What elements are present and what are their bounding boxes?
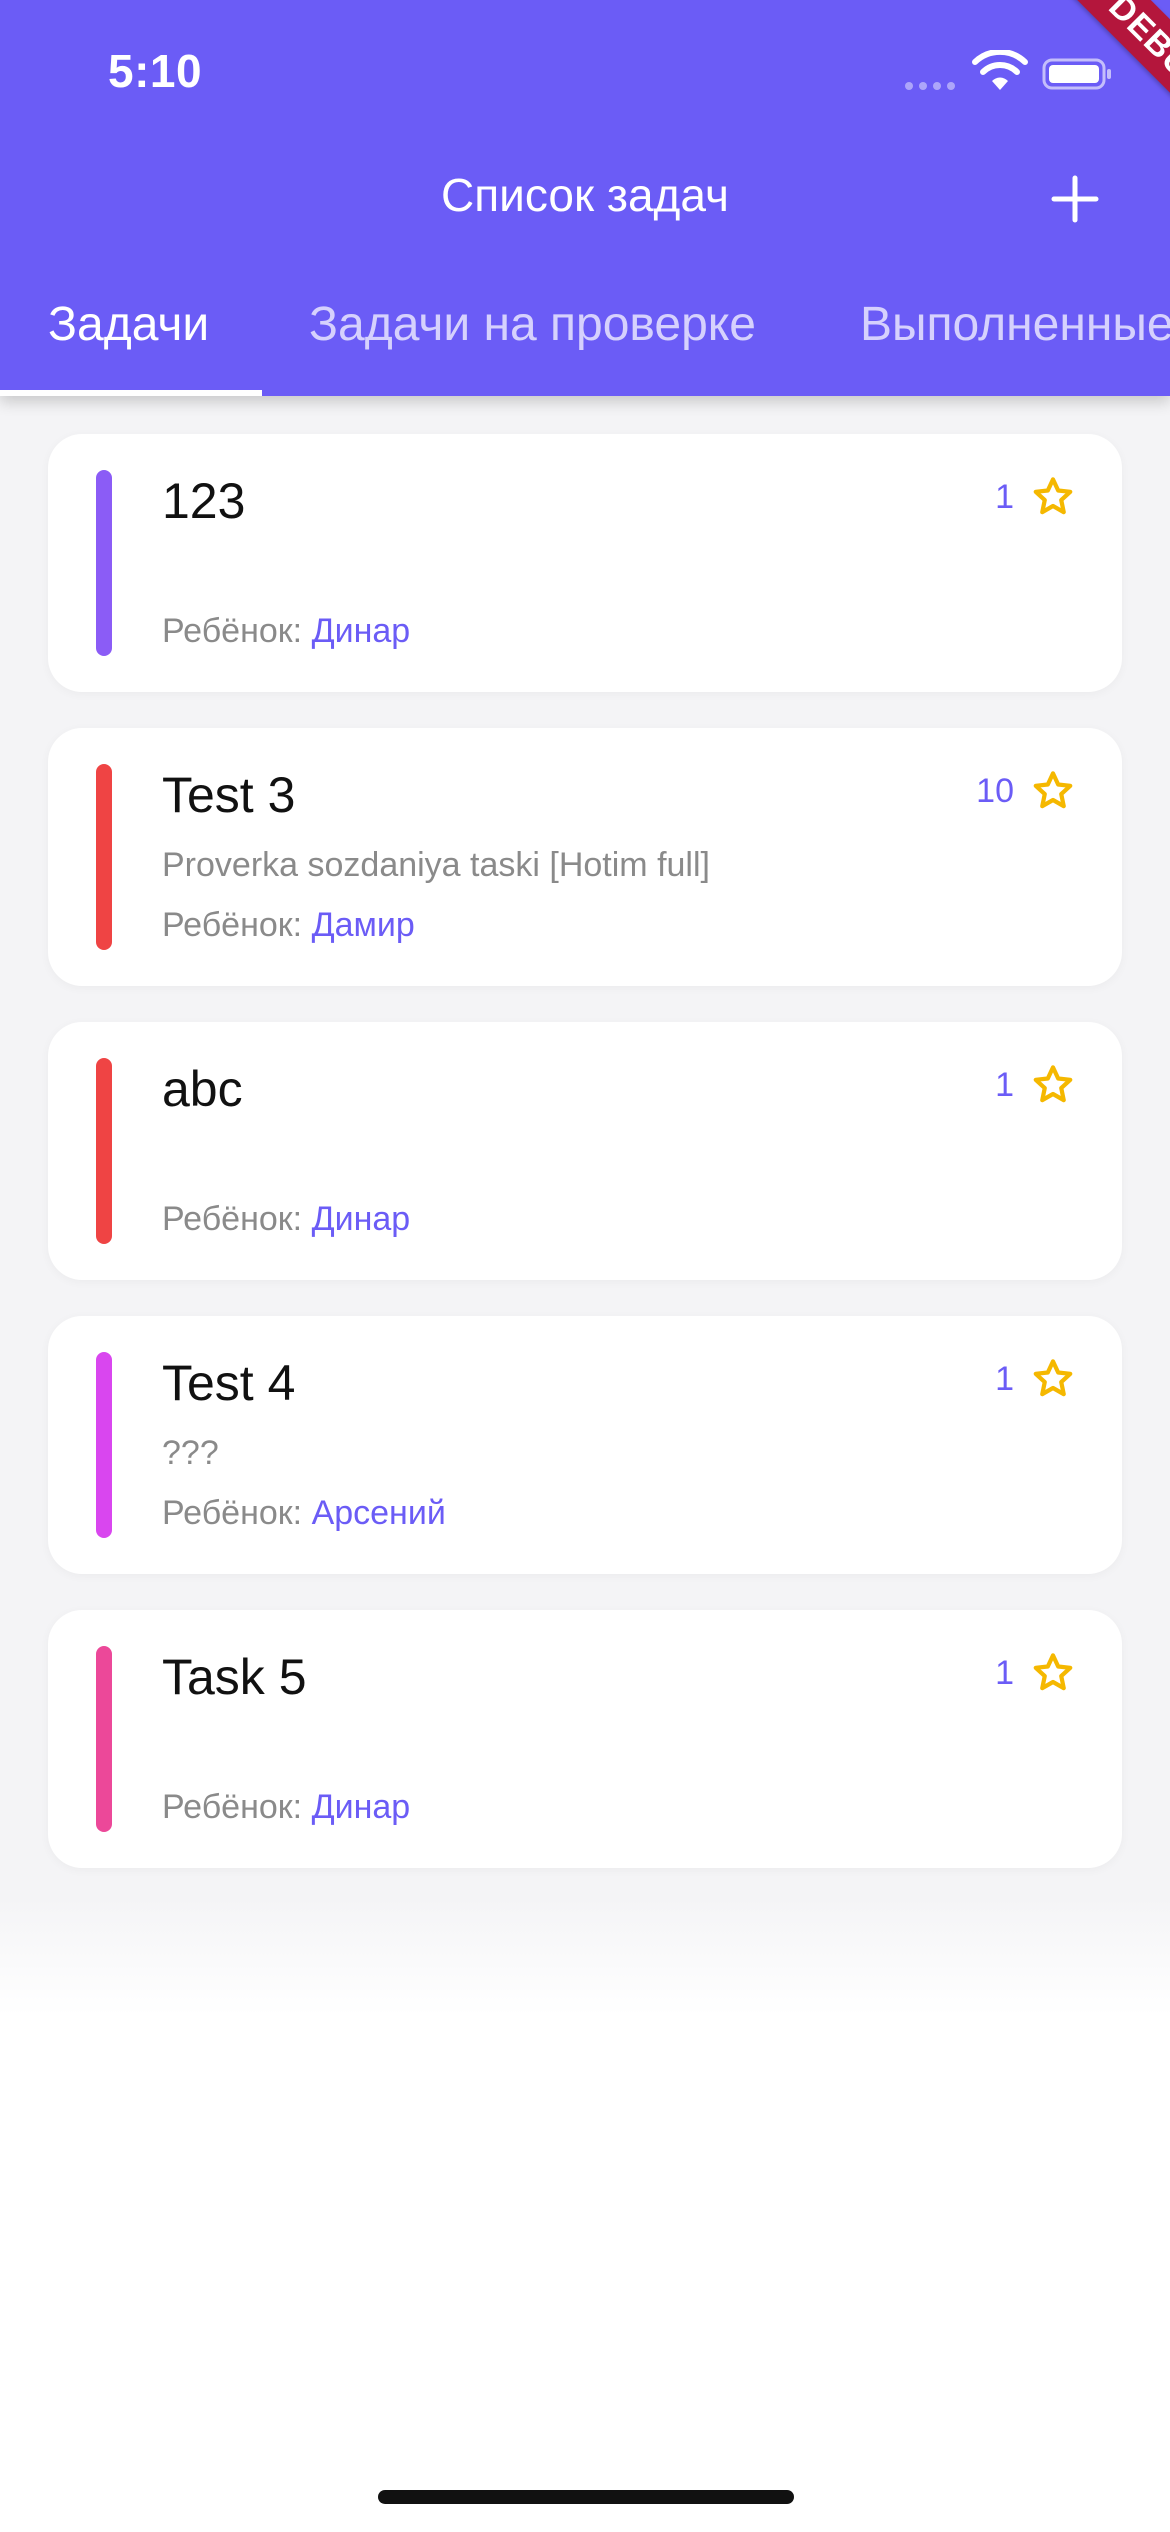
star-icon (1033, 477, 1073, 515)
active-tab-indicator (0, 390, 262, 396)
task-title: 123 (162, 473, 246, 529)
plus-icon (1051, 175, 1099, 223)
task-title: Task 5 (162, 1649, 307, 1705)
task-color-bar (96, 1352, 112, 1538)
child-name: Арсений (311, 1494, 446, 1532)
task-color-bar (96, 764, 112, 950)
tab-bar: Задачи Задачи на проверке Выполненные (0, 290, 1170, 396)
signal-icon (905, 82, 955, 90)
task-points: 1 (995, 1360, 1014, 1398)
child-name: Дамир (311, 906, 415, 944)
wifi-icon (972, 50, 1028, 90)
task-description: ??? (162, 1434, 219, 1472)
task-card[interactable]: Test 3 Proverka sozdaniya taski [Hotim f… (48, 728, 1122, 986)
child-label: Ребёнок: (162, 1200, 303, 1238)
task-card[interactable]: abc Ребёнок: Динар 1 (48, 1022, 1122, 1280)
child-name: Динар (311, 1788, 411, 1826)
battery-icon (1042, 58, 1111, 90)
list-background-fade (0, 1896, 1170, 2016)
add-task-button[interactable] (1040, 164, 1110, 234)
task-child: Ребёнок: Дамир (162, 906, 415, 945)
task-color-bar (96, 470, 112, 656)
status-time: 5:10 (108, 45, 203, 97)
task-list: 123 Ребёнок: Динар 1 Test 3 Proverka soz… (0, 396, 1170, 1896)
child-label: Ребёнок: (162, 1788, 303, 1826)
task-card[interactable]: 123 Ребёнок: Динар 1 (48, 434, 1122, 692)
tab-tasks[interactable]: Задачи (48, 290, 209, 396)
task-points: 10 (976, 772, 1014, 810)
child-name: Динар (311, 612, 411, 650)
task-child: Ребёнок: Динар (162, 612, 410, 651)
child-name: Динар (311, 1200, 411, 1238)
home-indicator[interactable] (378, 2490, 794, 2504)
task-points: 1 (995, 1654, 1014, 1692)
task-card[interactable]: Task 5 Ребёнок: Динар 1 (48, 1610, 1122, 1868)
child-label: Ребёнок: (162, 612, 303, 650)
task-title: abc (162, 1061, 243, 1117)
task-child: Ребёнок: Динар (162, 1788, 410, 1827)
task-description: Proverka sozdaniya taski [Hotim full] (162, 846, 710, 884)
task-card[interactable]: Test 4 ??? Ребёнок: Арсений 1 (48, 1316, 1122, 1574)
child-label: Ребёнок: (162, 906, 303, 944)
page-title: Список задач (441, 169, 729, 221)
task-color-bar (96, 1646, 112, 1832)
child-label: Ребёнок: (162, 1494, 303, 1532)
task-title: Test 4 (162, 1355, 296, 1411)
task-child: Ребёнок: Арсений (162, 1494, 446, 1533)
task-points: 1 (995, 478, 1014, 516)
star-icon (1033, 771, 1073, 809)
task-points: 1 (995, 1066, 1014, 1104)
task-child: Ребёнок: Динар (162, 1200, 410, 1239)
star-icon (1033, 1065, 1073, 1103)
task-color-bar (96, 1058, 112, 1244)
star-icon (1033, 1359, 1073, 1397)
tab-in-review[interactable]: Задачи на проверке (309, 290, 756, 396)
tab-completed[interactable]: Выполненные (860, 290, 1170, 396)
star-icon (1033, 1653, 1073, 1691)
task-title: Test 3 (162, 767, 296, 823)
app-bar: 5:10 DEBUG Список задач Задачи Задачи на… (0, 0, 1170, 396)
